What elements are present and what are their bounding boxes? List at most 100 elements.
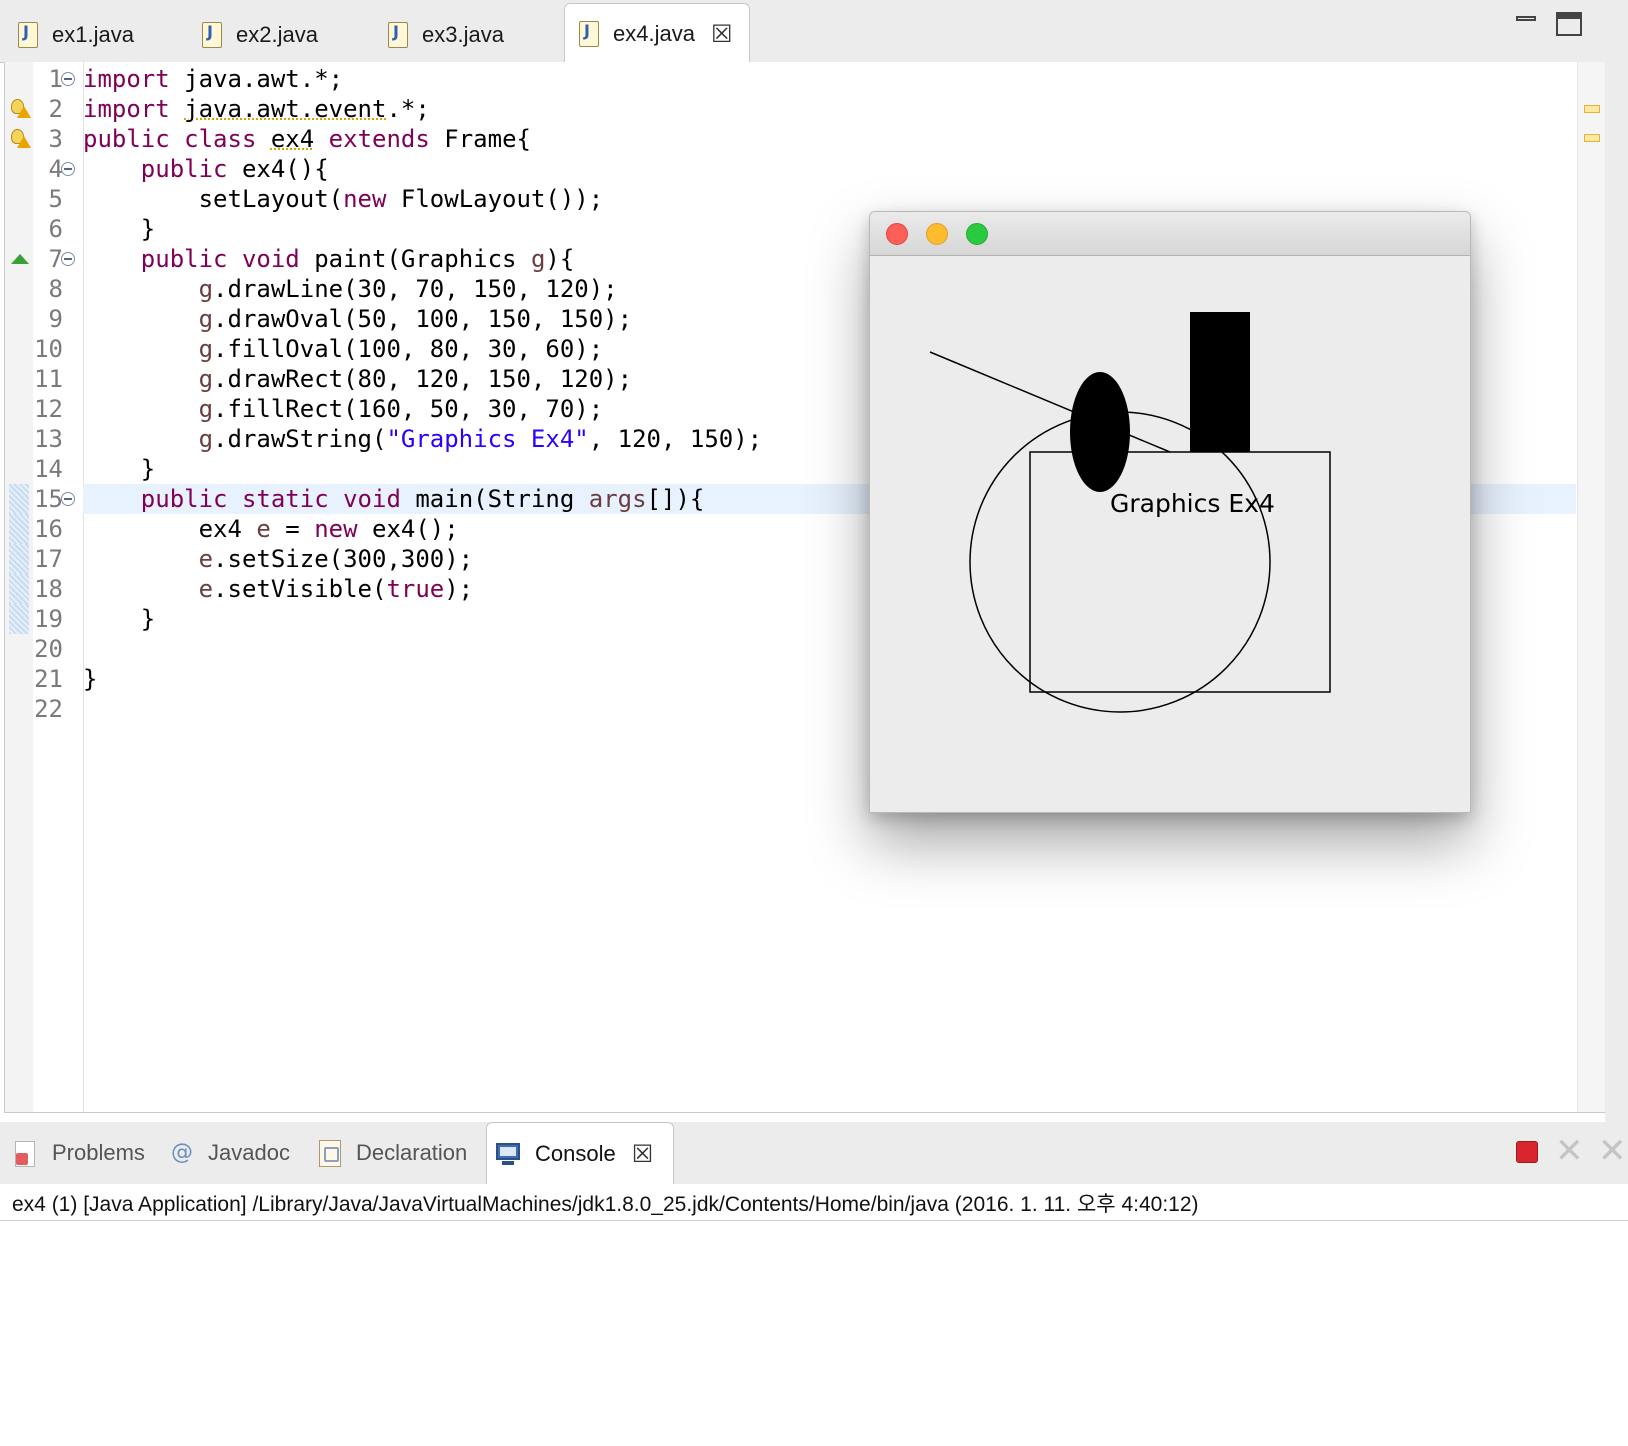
close-tab-icon[interactable]: ☒ xyxy=(632,1140,654,1168)
override-marker-icon[interactable] xyxy=(11,254,29,264)
line-number: 2 xyxy=(48,95,63,123)
code-token: g xyxy=(530,245,546,273)
remove-all-icon[interactable]: ✕ xyxy=(1598,1134,1627,1168)
tab-ex1-java[interactable]: J ex1.java xyxy=(4,8,184,62)
line-number: 9 xyxy=(48,305,63,333)
code-token: true xyxy=(386,575,445,603)
line-number: 11 xyxy=(34,365,63,393)
line-number: 10 xyxy=(34,335,63,363)
code-token: } xyxy=(83,665,98,693)
code-token: .drawOval(50, 100, 150, 150); xyxy=(213,305,633,333)
line-number: 12 xyxy=(34,395,63,423)
code-text: g.drawString("Graphics Ex4", 120, 150); xyxy=(83,424,763,454)
code-token: } xyxy=(83,455,156,483)
warning-overview-marker[interactable] xyxy=(1584,105,1600,113)
code-token: ex4(){ xyxy=(227,155,329,183)
tab-ex2-java[interactable]: J ex2.java xyxy=(188,8,368,62)
close-tab-icon[interactable]: ☒ xyxy=(711,20,733,48)
code-token: class xyxy=(184,125,257,153)
code-text: e.setVisible(true); xyxy=(83,574,474,604)
code-line[interactable]: 4 public ex4(){ xyxy=(5,154,1565,184)
code-text: e.setSize(300,300); xyxy=(83,544,474,574)
overview-ruler[interactable] xyxy=(1577,62,1606,1112)
line-number: 14 xyxy=(34,455,63,483)
warning-overview-marker[interactable] xyxy=(1584,134,1600,142)
code-token: e xyxy=(198,575,214,603)
tab-ex3-java[interactable]: J ex3.java xyxy=(374,8,554,62)
minimize-icon[interactable] xyxy=(1514,12,1540,36)
code-line[interactable]: 1 import java.awt.*; xyxy=(5,64,1565,94)
tab-label: ex4.java xyxy=(613,20,695,46)
code-line[interactable]: 2 import java.awt.event.*; xyxy=(5,94,1565,124)
code-token: public xyxy=(83,125,170,153)
code-text: public class ex4 extends Frame{ xyxy=(83,124,531,154)
code-token: ){ xyxy=(545,245,575,273)
tab-problems[interactable]: Problems xyxy=(4,1122,154,1184)
code-token: g xyxy=(198,335,214,363)
tab-declaration[interactable]: Declaration xyxy=(308,1122,480,1184)
code-token: ex4 xyxy=(270,125,315,153)
code-text: public void paint(Graphics g){ xyxy=(83,244,575,274)
tab-console[interactable]: Console ☒ xyxy=(486,1122,674,1184)
line-number: 13 xyxy=(34,425,63,453)
code-token: .setVisible( xyxy=(213,575,387,603)
code-token: g xyxy=(198,395,214,423)
java-file-icon: J xyxy=(575,19,601,49)
awt-frame-window[interactable]: Graphics Ex4 xyxy=(869,211,1471,813)
code-text: g.fillRect(160, 50, 30, 70); xyxy=(83,394,604,424)
console-output[interactable] xyxy=(0,1221,1628,1446)
maximize-icon[interactable] xyxy=(1556,12,1582,36)
tab-label: Console xyxy=(535,1140,616,1166)
quick-diff-marker xyxy=(9,544,29,574)
code-token: args xyxy=(588,485,647,513)
minimize-button[interactable] xyxy=(926,223,948,245)
fold-toggle-icon[interactable] xyxy=(61,492,75,506)
terminate-icon[interactable] xyxy=(1516,1141,1538,1163)
warning-lightbulb-icon[interactable] xyxy=(9,98,31,120)
line-number: 4 xyxy=(48,155,63,183)
fold-toggle-icon[interactable] xyxy=(61,72,75,86)
code-token: FlowLayout()); xyxy=(386,185,604,213)
code-token: java.awt.*; xyxy=(169,65,344,93)
tab-javadoc[interactable]: @ Javadoc xyxy=(160,1122,304,1184)
quick-diff-marker xyxy=(9,514,29,544)
code-token: = xyxy=(270,515,315,543)
tab-label: Declaration xyxy=(356,1140,468,1165)
tab-label: ex1.java xyxy=(52,22,134,47)
java-file-icon: J xyxy=(14,20,40,50)
tab-label: ex3.java xyxy=(422,22,504,47)
code-token: .fillOval(100, 80, 30, 60); xyxy=(213,335,604,363)
line-number: 18 xyxy=(34,575,63,603)
code-token: public xyxy=(140,485,228,513)
remove-launch-icon[interactable]: ✕ xyxy=(1555,1134,1584,1168)
code-token: e xyxy=(198,545,214,573)
zoom-button[interactable] xyxy=(966,223,988,245)
line-number: 19 xyxy=(34,605,63,633)
code-line[interactable]: 3 public class ex4 extends Frame{ xyxy=(5,124,1565,154)
close-button[interactable] xyxy=(886,223,908,245)
code-token: g xyxy=(198,305,214,333)
code-text: ex4 e = new ex4(); xyxy=(83,514,459,544)
console-header: ex4 (1) [Java Application] /Library/Java… xyxy=(0,1184,1628,1221)
code-token: .setSize(300,300); xyxy=(213,545,474,573)
code-text: setLayout(new FlowLayout()); xyxy=(83,184,604,214)
code-token: main(String xyxy=(400,485,589,513)
code-token: .drawLine(30, 70, 150, 120); xyxy=(213,275,618,303)
code-token: new xyxy=(314,515,358,543)
fold-toggle-icon[interactable] xyxy=(61,162,75,176)
fold-toggle-icon[interactable] xyxy=(61,252,75,266)
line-number: 7 xyxy=(48,245,63,273)
warning-lightbulb-icon[interactable] xyxy=(9,128,31,150)
declaration-icon xyxy=(316,1139,344,1167)
code-line[interactable]: 5 setLayout(new FlowLayout()); xyxy=(5,184,1565,214)
code-token: java.awt.event xyxy=(184,95,387,123)
code-token: ex4(); xyxy=(357,515,459,543)
code-token: import xyxy=(83,65,170,93)
awt-titlebar[interactable] xyxy=(870,212,1470,256)
tab-ex4-java[interactable]: J ex4.java ☒ xyxy=(564,3,750,63)
